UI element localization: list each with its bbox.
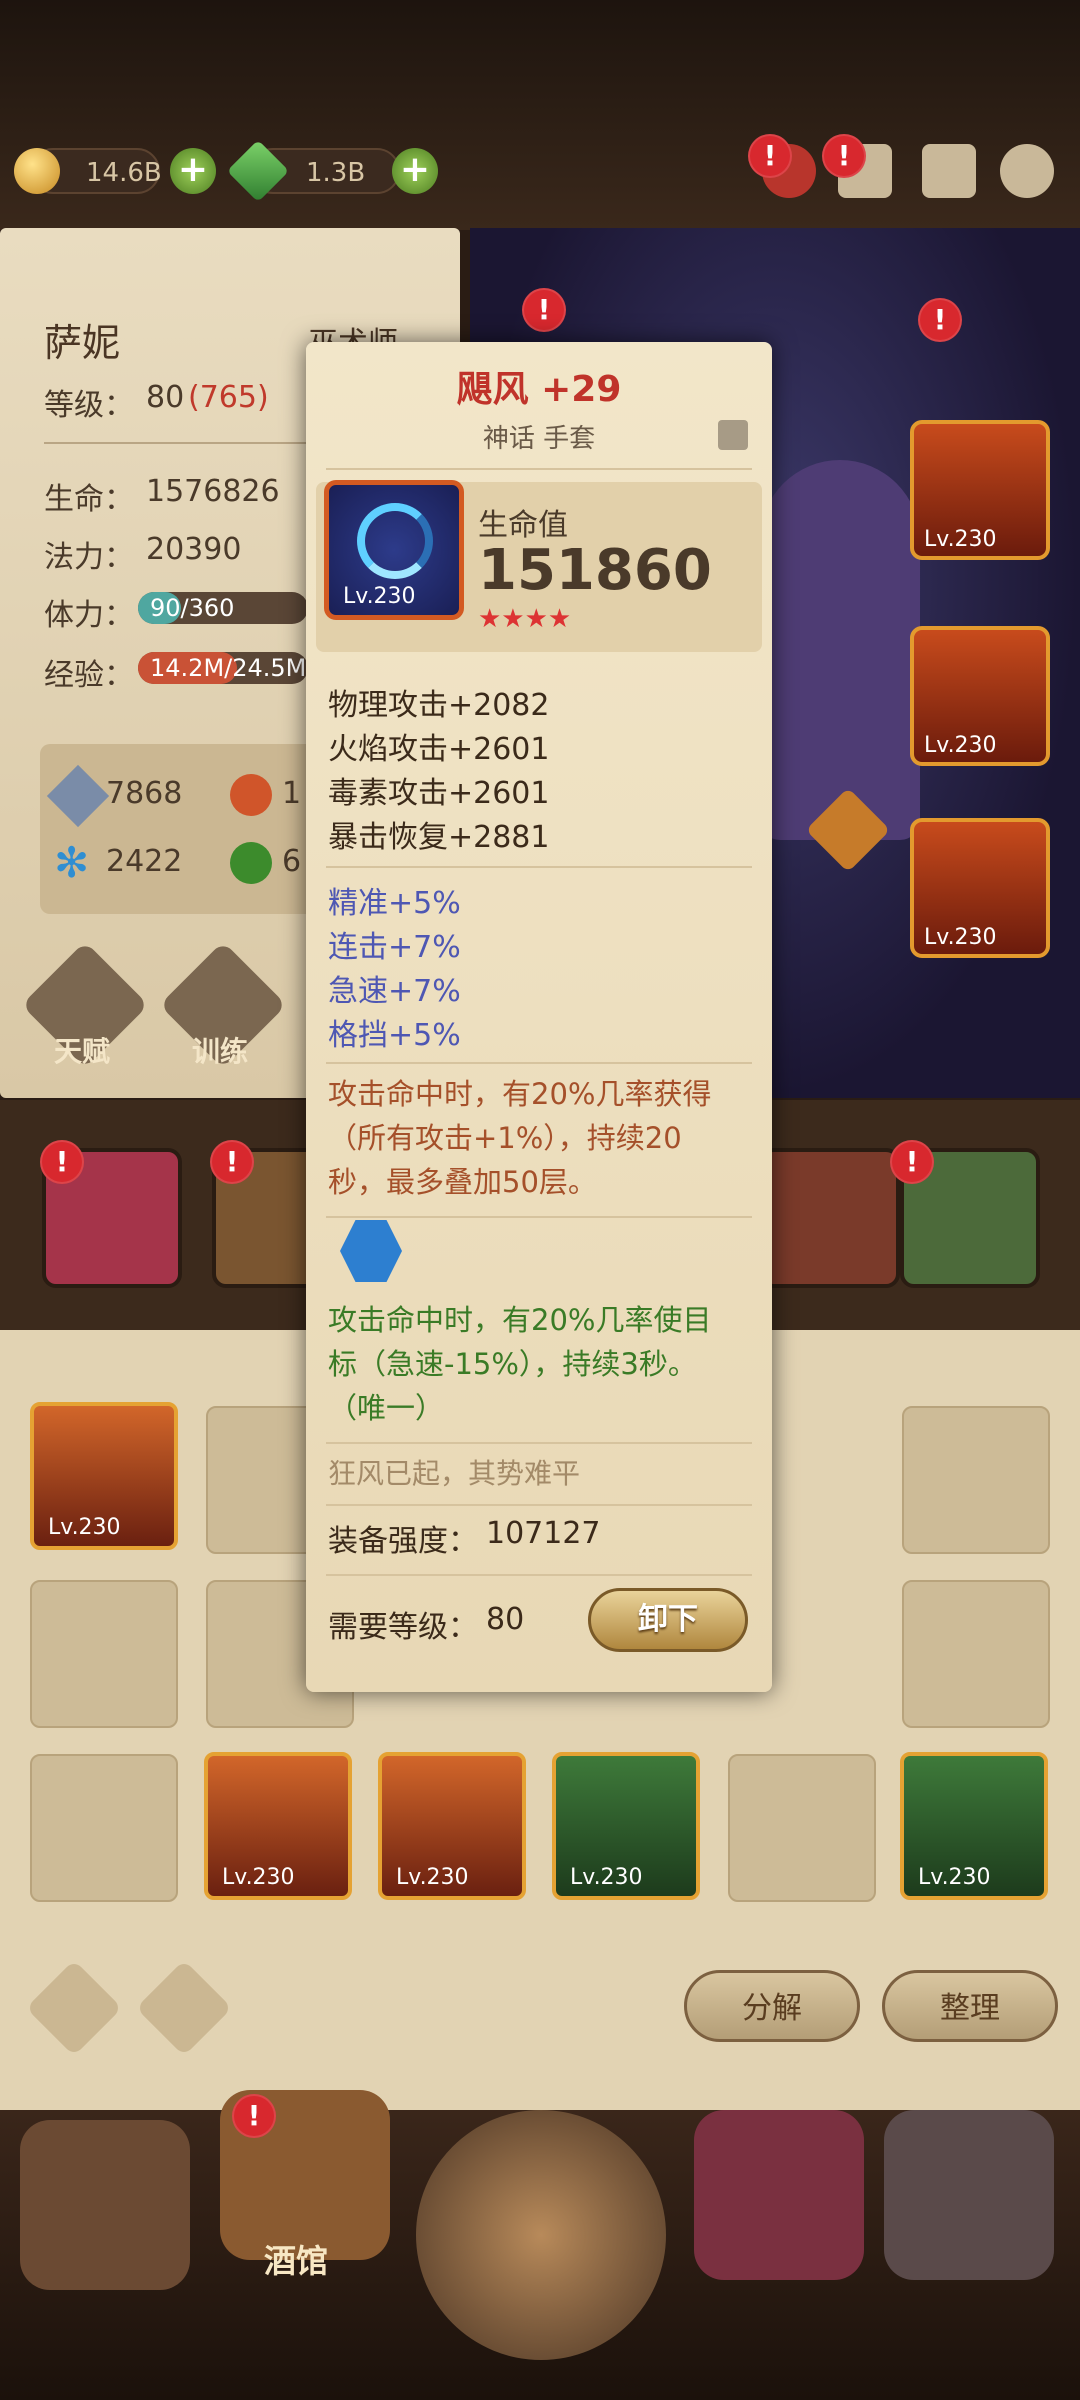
power-value: 107127 [486,1516,601,1551]
item-title: 飓风 +29 [456,369,622,410]
top-bar [0,0,1080,230]
swirl-icon [357,503,433,579]
equip-slot-gloves[interactable]: Lv.230 [910,420,1050,560]
stamina-label: 体力： [44,598,134,633]
stat-line: 暴击恢复+2881 [328,820,550,855]
stat-line: 物理攻击+2082 [328,688,550,723]
nav-forge-icon[interactable] [884,2110,1054,2280]
inventory-slot[interactable] [902,1580,1050,1728]
fire-icon [230,774,272,816]
exp-value: 14.2M/24.5M [150,654,307,682]
hero-card[interactable] [760,1148,900,1288]
level-value: 80 [146,380,185,415]
ice-value: 2422 [106,844,183,879]
train-label: 训练 [192,1035,249,1068]
inventory-item-gloves[interactable]: Lv.230 [204,1752,352,1900]
poison-icon [230,842,272,884]
nav-home-icon[interactable] [20,2120,190,2290]
mp-value: 20390 [146,532,242,567]
item-subtitle: 神话 手套 [482,424,596,454]
item-stars: ★★★★ [478,604,572,634]
item-level: Lv.230 [343,584,416,609]
socket-effect-line: （唯一） [328,1391,445,1425]
snowflake-icon: ✻ [54,838,90,887]
divider [326,1574,752,1576]
level-label: 等级： [44,388,134,423]
gold-coin-icon [14,148,60,194]
hero-portrait [760,460,920,840]
alert-badge-icon: ! [40,1140,84,1184]
effect-line: 秒，最多叠加50层。 [328,1165,597,1199]
flavor-text: 狂风已起，其势难平 [328,1457,581,1490]
divider [326,1062,752,1064]
unequip-button[interactable]: 卸下 [588,1588,748,1652]
required-level-label: 需要等级： [328,1610,478,1645]
alert-badge-icon: ! [522,288,566,332]
inventory-slot[interactable] [30,1754,178,1902]
required-level-value: 80 [486,1602,525,1637]
sort-button[interactable]: 整理 [882,1970,1058,2042]
hero-name: 萨妮 [44,321,121,365]
alert-badge-icon: ! [210,1140,254,1184]
settings-gear-icon[interactable] [1000,144,1054,198]
divider [326,1504,752,1506]
item-tooltip: 飓风 +29 神话 手套 Lv.230 生命值 151860 ★★★★ 物理攻击… [306,342,772,1692]
add-gems-button[interactable]: + [392,148,438,194]
inventory-slot[interactable] [902,1406,1050,1554]
alert-badge-icon: ! [822,134,866,178]
inventory-item-gloves[interactable]: Lv.230 [378,1752,526,1900]
inventory-item[interactable]: Lv.230 [30,1402,178,1550]
inventory-slot[interactable] [30,1580,178,1728]
stamina-value: 90/360 [150,594,235,622]
add-gold-button[interactable]: + [170,148,216,194]
nav-guild-icon[interactable] [694,2110,864,2280]
decompose-button[interactable]: 分解 [684,1970,860,2042]
mail-icon[interactable] [922,144,976,198]
alert-badge-icon: ! [918,298,962,342]
hp-value: 1576826 [146,474,280,509]
socket-effect-line: 攻击命中时，有20%几率使目 [328,1303,712,1337]
equip-slot-armor[interactable]: Lv.230 [910,626,1050,766]
equip-slot-ring[interactable]: Lv.230 [910,818,1050,958]
poison-value: 6 [282,844,302,879]
attack-value: 7868 [106,776,183,811]
alert-badge-icon: ! [890,1140,934,1184]
socket-effect-line: 标（急速-15%），持续3秒。 [328,1347,697,1381]
mp-label: 法力： [44,540,134,575]
bonus-line: 精准+5% [328,886,461,921]
effect-line: （所有攻击+1%），持续20 [328,1121,682,1155]
divider [326,866,752,868]
fire-value: 1 [282,776,302,811]
effect-line: 攻击命中时，有20%几率获得 [328,1077,712,1111]
bonus-line: 格挡+5% [328,1018,461,1053]
stat-line: 火焰攻击+2601 [328,732,550,767]
nav-adventure-icon[interactable] [416,2110,666,2360]
power-label: 装备强度： [328,1524,478,1559]
alert-badge-icon: ! [748,134,792,178]
main-stat-value: 151860 [478,538,712,603]
bonus-line: 急速+7% [328,974,461,1009]
talent-label: 天赋 [54,1035,111,1068]
divider [326,1442,752,1444]
inventory-slot[interactable] [728,1754,876,1902]
nav-tavern-label: 酒馆 [264,2242,329,2280]
bonus-line: 连击+7% [328,930,461,965]
hp-label: 生命： [44,482,134,517]
item-icon: Lv.230 [324,480,464,620]
inventory-item-book[interactable]: Lv.230 [900,1752,1048,1900]
inventory-item-book[interactable]: Lv.230 [552,1752,700,1900]
exp-label: 经验： [44,658,134,693]
stat-line: 毒素攻击+2601 [328,776,550,811]
divider [326,1216,752,1218]
divider [326,468,752,470]
gem-socket-icon [340,1220,402,1282]
alert-badge-icon: ! [232,2094,276,2138]
level-extra: (765) [188,380,269,415]
gloves-type-icon [718,420,748,450]
